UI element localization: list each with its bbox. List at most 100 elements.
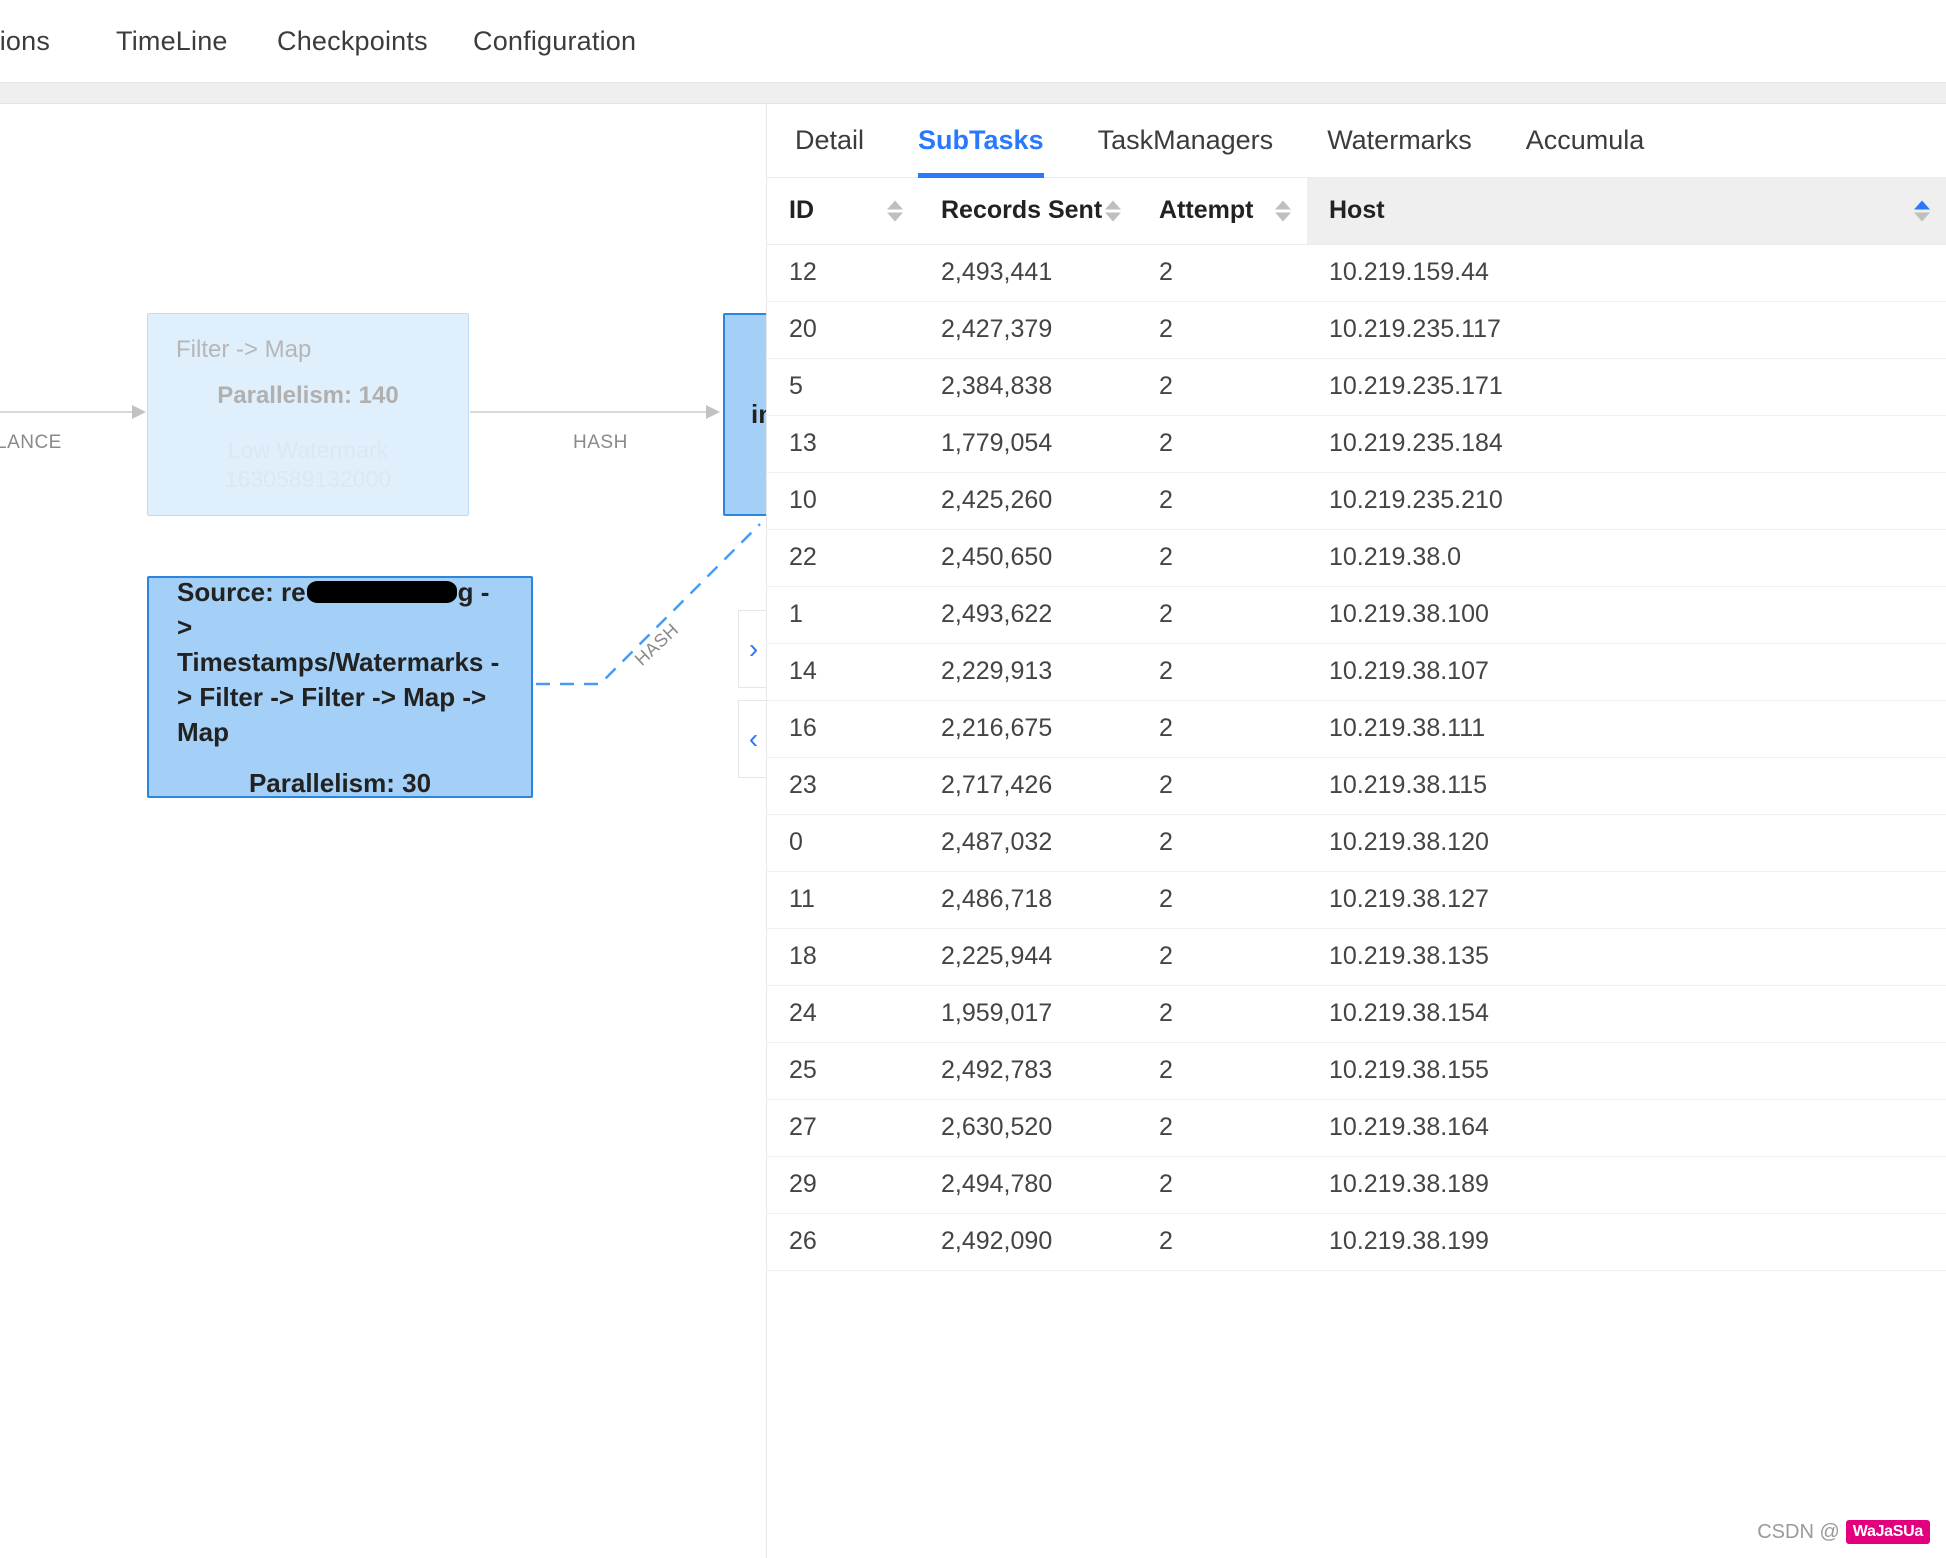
cell-id: 26: [767, 1213, 919, 1271]
cell-id: 1: [767, 586, 919, 644]
graph-node-parallelism: Parallelism: 140: [217, 381, 399, 409]
detail-panel-tabs: Detail SubTasks TaskManagers Watermarks …: [767, 104, 1946, 178]
cell-host: 10.219.38.120: [1307, 814, 1946, 872]
sort-toggle-id[interactable]: [887, 200, 903, 222]
cell-attempt: 2: [1137, 700, 1307, 758]
table-row[interactable]: 14 2,229,913 2 10.219.38.107: [767, 643, 1946, 701]
cell-host: 10.219.235.210: [1307, 472, 1946, 530]
graph-node-source[interactable]: Source: re g -> Timestamps/Watermarks -> …: [147, 576, 533, 798]
topnav-item-configuration[interactable]: Configuration: [473, 26, 636, 57]
table-header-row: ID Records Sent Attempt Host: [767, 178, 1946, 245]
cell-host: 10.219.38.154: [1307, 985, 1946, 1043]
cell-host: 10.219.38.115: [1307, 757, 1946, 815]
panel-expand-handle[interactable]: ›: [738, 610, 768, 688]
cell-host: 10.219.38.155: [1307, 1042, 1946, 1100]
cell-host: 10.219.38.0: [1307, 529, 1946, 587]
table-row[interactable]: 27 2,630,520 2 10.219.38.164: [767, 1099, 1946, 1157]
sort-toggle-records-sent[interactable]: [1105, 200, 1121, 222]
column-header-host-label: Host: [1329, 196, 1385, 225]
cell-id: 10: [767, 472, 919, 530]
cell-host: 10.219.38.135: [1307, 928, 1946, 986]
cell-records-sent: 2,384,838: [919, 358, 1137, 416]
cell-host: 10.219.38.189: [1307, 1156, 1946, 1214]
table-row[interactable]: 11 2,486,718 2 10.219.38.127: [767, 871, 1946, 929]
edge-label-hash-top: HASH: [573, 432, 628, 453]
cell-id: 25: [767, 1042, 919, 1100]
cell-attempt: 2: [1137, 301, 1307, 359]
tab-watermarks[interactable]: Watermarks: [1327, 104, 1472, 178]
table-row[interactable]: 26 2,492,090 2 10.219.38.199: [767, 1213, 1946, 1271]
cell-records-sent: 1,779,054: [919, 415, 1137, 473]
column-header-records-sent[interactable]: Records Sent: [919, 178, 1137, 245]
cell-id: 0: [767, 814, 919, 872]
table-row[interactable]: 12 2,493,441 2 10.219.159.44: [767, 244, 1946, 302]
cell-records-sent: 2,494,780: [919, 1156, 1137, 1214]
cell-id: 14: [767, 643, 919, 701]
cell-records-sent: 2,493,622: [919, 586, 1137, 644]
cell-attempt: 2: [1137, 358, 1307, 416]
column-header-attempt[interactable]: Attempt: [1137, 178, 1307, 245]
subtasks-table-body: 12 2,493,441 2 10.219.159.44 20 2,427,37…: [767, 244, 1946, 1271]
graph-node-title: Filter -> Map: [176, 335, 312, 363]
table-row[interactable]: 18 2,225,944 2 10.219.38.135: [767, 928, 1946, 986]
topnav-item-operations[interactable]: tions: [0, 26, 50, 57]
cell-id: 16: [767, 700, 919, 758]
table-row[interactable]: 29 2,494,780 2 10.219.38.189: [767, 1156, 1946, 1214]
graph-node-watermark: Low Watermark 1630589132000: [176, 436, 440, 494]
csdn-watermark-prefix: CSDN @: [1757, 1520, 1840, 1543]
cell-host: 10.219.235.184: [1307, 415, 1946, 473]
redaction-bar: [306, 580, 457, 603]
cell-id: 27: [767, 1099, 919, 1157]
graph-node-source-parallelism: Parallelism: 30: [248, 768, 432, 799]
table-row[interactable]: 25 2,492,783 2 10.219.38.155: [767, 1042, 1946, 1100]
cell-id: 20: [767, 301, 919, 359]
column-header-attempt-label: Attempt: [1159, 196, 1254, 225]
table-row[interactable]: 16 2,216,675 2 10.219.38.111: [767, 700, 1946, 758]
column-header-id[interactable]: ID: [767, 178, 919, 245]
column-header-id-label: ID: [789, 196, 814, 225]
table-row[interactable]: 20 2,427,379 2 10.219.235.117: [767, 301, 1946, 359]
cell-records-sent: 2,225,944: [919, 928, 1137, 986]
table-row[interactable]: 22 2,450,650 2 10.219.38.0: [767, 529, 1946, 587]
cell-records-sent: 1,959,017: [919, 985, 1137, 1043]
cell-attempt: 2: [1137, 928, 1307, 986]
graph-node-watermark-value: 1630589132000: [224, 465, 392, 492]
cell-attempt: 2: [1137, 1213, 1307, 1271]
cell-records-sent: 2,425,260: [919, 472, 1137, 530]
topnav-item-timeline[interactable]: TimeLine: [116, 26, 228, 57]
edge-label-hash-bottom: HASH: [630, 619, 683, 670]
cell-host: 10.219.235.117: [1307, 301, 1946, 359]
panel-collapse-handle[interactable]: ‹: [738, 700, 768, 778]
tab-accumulators[interactable]: Accumula: [1526, 104, 1645, 178]
graph-node-filter-map[interactable]: Filter -> Map Parallelism: 140 Low Water…: [147, 313, 469, 516]
toolbar-strip: [0, 82, 1946, 104]
topnav-item-checkpoints[interactable]: Checkpoints: [277, 26, 428, 57]
tab-taskmanagers[interactable]: TaskManagers: [1098, 104, 1274, 178]
cell-attempt: 2: [1137, 871, 1307, 929]
sort-toggle-host[interactable]: [1914, 200, 1930, 222]
cell-host: 10.219.159.44: [1307, 244, 1946, 302]
cell-records-sent: 2,487,032: [919, 814, 1137, 872]
table-row[interactable]: 24 1,959,017 2 10.219.38.154: [767, 985, 1946, 1043]
cell-attempt: 2: [1137, 814, 1307, 872]
cell-attempt: 2: [1137, 472, 1307, 530]
tab-detail[interactable]: Detail: [795, 104, 864, 178]
cell-id: 13: [767, 415, 919, 473]
table-row[interactable]: 13 1,779,054 2 10.219.235.184: [767, 415, 1946, 473]
table-row[interactable]: 10 2,425,260 2 10.219.235.210: [767, 472, 1946, 530]
cell-attempt: 2: [1137, 1042, 1307, 1100]
cell-id: 24: [767, 985, 919, 1043]
subtasks-table: ID Records Sent Attempt Host 12 2,493,44…: [767, 178, 1946, 1271]
table-row[interactable]: 1 2,493,622 2 10.219.38.100: [767, 586, 1946, 644]
table-row[interactable]: 5 2,384,838 2 10.219.235.171: [767, 358, 1946, 416]
table-row[interactable]: 23 2,717,426 2 10.219.38.115: [767, 757, 1946, 815]
table-row[interactable]: 0 2,487,032 2 10.219.38.120: [767, 814, 1946, 872]
tab-subtasks[interactable]: SubTasks: [918, 104, 1044, 178]
column-header-host[interactable]: Host: [1307, 178, 1946, 245]
cell-attempt: 2: [1137, 985, 1307, 1043]
cell-host: 10.219.38.111: [1307, 700, 1946, 758]
cell-host: 10.219.235.171: [1307, 358, 1946, 416]
sort-toggle-attempt[interactable]: [1275, 200, 1291, 222]
cell-host: 10.219.38.199: [1307, 1213, 1946, 1271]
graph-node-source-title-prefix: Source: re: [177, 576, 306, 607]
